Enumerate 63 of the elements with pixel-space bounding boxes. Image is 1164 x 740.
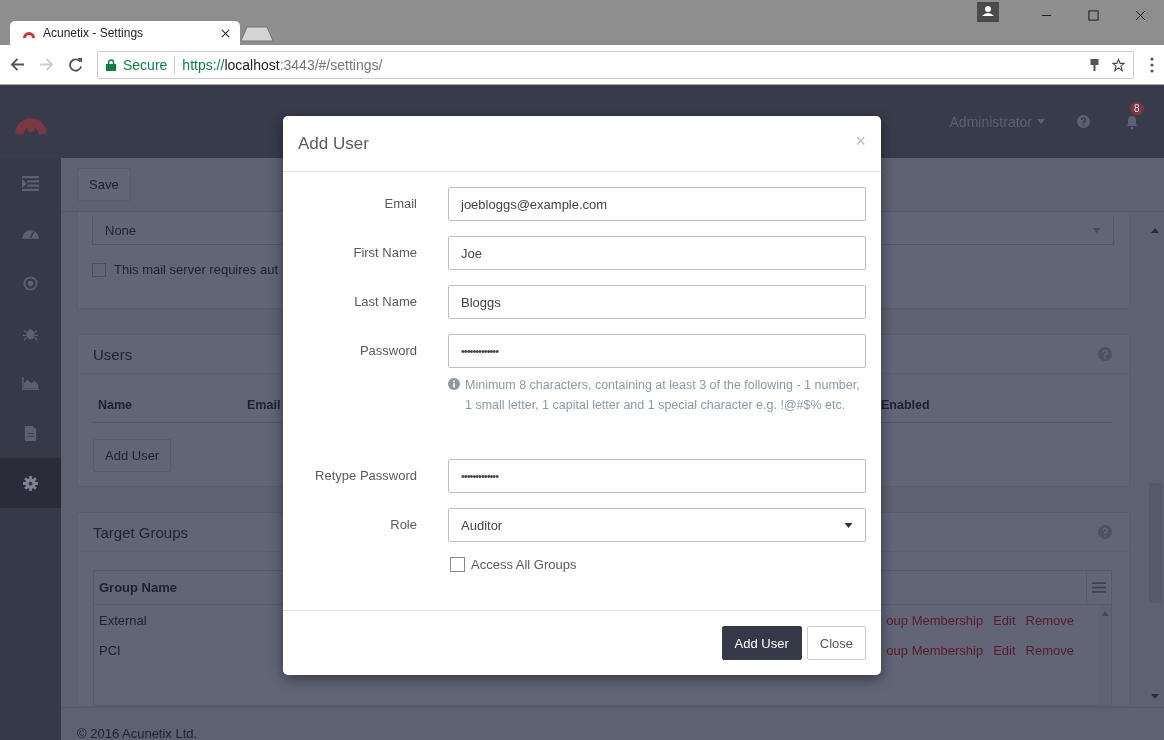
submit-button[interactable]: Add User bbox=[721, 626, 802, 660]
checkbox[interactable] bbox=[92, 262, 106, 277]
checkbox[interactable] bbox=[450, 557, 465, 572]
scroll-up-icon[interactable] bbox=[1151, 228, 1159, 233]
forward-icon[interactable] bbox=[39, 57, 54, 72]
list-icon bbox=[22, 175, 39, 191]
column-header: Name bbox=[98, 397, 133, 412]
field-label: Password bbox=[358, 342, 417, 360]
column-header: Email bbox=[247, 397, 281, 412]
tab-title: Acunetix - Settings bbox=[43, 26, 145, 40]
back-icon[interactable] bbox=[10, 57, 25, 72]
input-field[interactable]: ••••••••••••• bbox=[448, 459, 866, 493]
input-field[interactable]: joebloggs@example.com bbox=[448, 187, 866, 221]
checkbox-label: This mail server requires aut bbox=[114, 262, 278, 277]
lock-icon bbox=[106, 58, 116, 71]
address-bar[interactable]: Secure https://localhost:3443/#/settings/ bbox=[97, 50, 1134, 79]
scroll-up-icon[interactable] bbox=[1100, 611, 1109, 616]
browser-tab[interactable]: Acunetix - Settings bbox=[10, 21, 240, 45]
select-field[interactable]: Auditor bbox=[448, 508, 866, 542]
footer-text: © 2016 Acunetix Ltd. bbox=[77, 726, 198, 740]
star-icon[interactable] bbox=[1112, 57, 1125, 72]
table-cell: External bbox=[99, 612, 147, 628]
help-text: Minimum 8 characters, containing at least 3 of the following - 1 number, 1 small letter, 1 capital letter and 1 special character e.g. !@#$% etc. bbox=[465, 377, 861, 414]
checkbox-label: Access All Groups bbox=[471, 557, 577, 572]
key-icon[interactable] bbox=[1088, 57, 1101, 72]
field-label: Last Name bbox=[353, 293, 417, 311]
caret-icon bbox=[844, 522, 853, 528]
close-icon[interactable] bbox=[1135, 10, 1146, 21]
field-label: Email bbox=[383, 195, 417, 213]
secure-label: Secure bbox=[123, 56, 168, 73]
caret-icon bbox=[1092, 227, 1101, 233]
maximize-icon[interactable] bbox=[1088, 10, 1099, 21]
menu-icon[interactable] bbox=[1150, 56, 1154, 73]
scroll-down-icon[interactable] bbox=[1151, 694, 1159, 699]
new-tab-button[interactable] bbox=[240, 26, 274, 42]
section-title: Target Groups bbox=[93, 523, 189, 541]
document-icon bbox=[22, 425, 39, 441]
url-text: https://localhost:3443/#/settings/ bbox=[182, 56, 383, 73]
close-icon[interactable] bbox=[221, 28, 230, 38]
info-icon bbox=[448, 378, 460, 390]
user-icon[interactable] bbox=[977, 2, 999, 22]
section-title: Users bbox=[93, 345, 133, 363]
settings-icon bbox=[22, 475, 39, 491]
close-button[interactable]: Close bbox=[806, 626, 866, 660]
target-icon bbox=[22, 275, 39, 291]
column-header: Group Name bbox=[98, 580, 177, 595]
table-cell: PCI bbox=[99, 642, 121, 658]
column-header: Enabled bbox=[881, 397, 930, 412]
chart-icon bbox=[22, 375, 39, 391]
bell-icon[interactable] bbox=[1125, 113, 1139, 130]
input-field[interactable]: Bloggs bbox=[448, 285, 866, 319]
field-label: First Name bbox=[352, 244, 417, 262]
dialog-title: Add User bbox=[298, 133, 369, 154]
sidebar-item[interactable] bbox=[0, 458, 61, 508]
input-field[interactable]: ••••••••••••• bbox=[448, 334, 866, 368]
input-field[interactable]: Joe bbox=[448, 236, 866, 270]
notification-badge: 8 bbox=[1130, 101, 1144, 115]
scrollbar[interactable] bbox=[1098, 605, 1111, 705]
caret-icon bbox=[1037, 119, 1045, 124]
reload-icon[interactable] bbox=[68, 57, 83, 72]
field-label: Retype Password bbox=[314, 467, 417, 485]
help-icon[interactable] bbox=[1077, 115, 1090, 128]
field-label: Role bbox=[389, 516, 417, 534]
